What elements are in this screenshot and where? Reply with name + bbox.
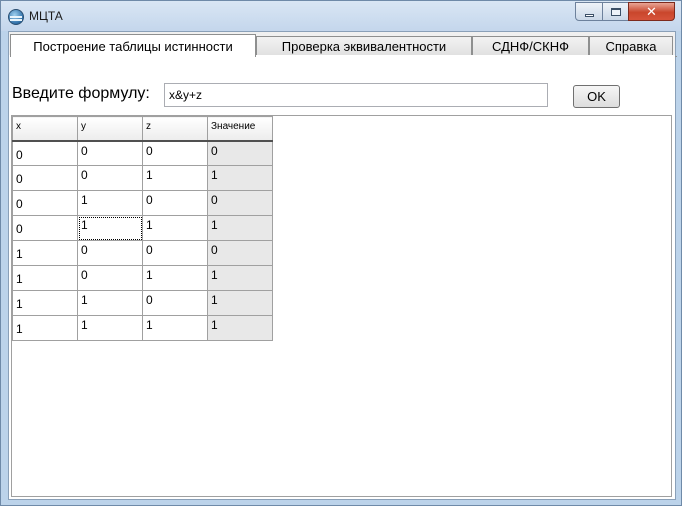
table-cell[interactable]: 1	[77, 315, 143, 341]
tab-truth-table[interactable]: Построение таблицы истинности	[10, 34, 256, 57]
table-cell[interactable]: 1	[12, 240, 78, 266]
table-cell[interactable]: 1	[12, 265, 78, 291]
column-header-y[interactable]: y	[77, 116, 143, 142]
table-cell[interactable]: 1	[142, 265, 208, 291]
table-row: 1 0 0 0	[12, 240, 273, 266]
tab-equivalence[interactable]: Проверка эквивалентности	[256, 36, 472, 56]
table-cell[interactable]: 1	[77, 290, 143, 316]
truth-table-grid[interactable]: x y z Значение 0 0 0 0 0 0 1 1 0 1 0 0 0…	[11, 115, 672, 497]
table-cell[interactable]: 0	[142, 190, 208, 216]
table-header-row: x y z Значение	[12, 116, 273, 142]
table-row: 1 1 0 1	[12, 290, 273, 316]
tab-strip: Построение таблицы истинности Проверка э…	[9, 34, 677, 57]
client-area: Построение таблицы истинности Проверка э…	[8, 31, 677, 500]
table-cell[interactable]: 1	[142, 315, 208, 341]
table-cell[interactable]: 0	[77, 165, 143, 191]
formula-label: Введите формулу:	[12, 85, 150, 102]
result-cell[interactable]: 1	[207, 165, 273, 191]
table-cell[interactable]: 0	[12, 215, 78, 241]
table-cell[interactable]: 1	[142, 165, 208, 191]
table-cell[interactable]: 0	[12, 190, 78, 216]
window-title: МЦТА	[29, 9, 63, 23]
column-header-x[interactable]: x	[12, 116, 78, 142]
table-cell[interactable]: 0	[12, 140, 78, 166]
table-cell[interactable]: 0	[142, 140, 208, 166]
app-window: МЦТА ✕ Построение таблицы истинности Про…	[0, 0, 682, 506]
result-cell[interactable]: 0	[207, 190, 273, 216]
table-cell[interactable]: 0	[12, 165, 78, 191]
table-cell[interactable]: 1	[12, 290, 78, 316]
formula-input[interactable]	[164, 83, 548, 107]
table-cell[interactable]: 1	[12, 315, 78, 341]
maximize-icon	[610, 7, 621, 16]
table-row: 0 1 1 1	[12, 215, 273, 241]
column-header-z[interactable]: z	[142, 116, 208, 142]
table-row: 1 0 1 1	[12, 265, 273, 291]
table-cell[interactable]: 0	[77, 140, 143, 166]
table-cell[interactable]: 0	[142, 240, 208, 266]
table-row: 1 1 1 1	[12, 315, 273, 341]
tab-panel-truth-table: Введите формулу: OK x y z Значение	[9, 55, 675, 499]
result-cell[interactable]: 1	[207, 215, 273, 241]
table-cell[interactable]: 1	[142, 215, 208, 241]
table-row: 0 0 1 1	[12, 165, 273, 191]
result-cell[interactable]: 0	[207, 240, 273, 266]
title-bar[interactable]: МЦТА ✕	[1, 1, 681, 31]
table-row: 0 1 0 0	[12, 190, 273, 216]
ok-button[interactable]: OK	[573, 85, 620, 108]
app-icon	[8, 9, 24, 25]
result-cell[interactable]: 1	[207, 290, 273, 316]
table-cell[interactable]: 0	[77, 265, 143, 291]
truth-table: x y z Значение 0 0 0 0 0 0 1 1 0 1 0 0 0…	[12, 116, 273, 341]
minimize-icon	[584, 13, 594, 17]
minimize-button[interactable]	[575, 2, 603, 21]
table-cell-focused[interactable]: 1	[77, 215, 143, 241]
table-cell[interactable]: 0	[142, 290, 208, 316]
tab-help[interactable]: Справка	[589, 36, 673, 56]
close-icon: ✕	[646, 3, 657, 19]
table-cell[interactable]: 1	[77, 190, 143, 216]
table-cell[interactable]: 0	[77, 240, 143, 266]
table-row: 0 0 0 0	[12, 140, 273, 166]
tab-sdnf-sknf[interactable]: СДНФ/СКНФ	[472, 36, 589, 56]
result-cell[interactable]: 1	[207, 315, 273, 341]
result-cell[interactable]: 0	[207, 140, 273, 166]
close-button[interactable]: ✕	[628, 2, 675, 21]
maximize-button[interactable]	[602, 2, 629, 21]
result-cell[interactable]: 1	[207, 265, 273, 291]
column-header-value[interactable]: Значение	[207, 116, 273, 142]
